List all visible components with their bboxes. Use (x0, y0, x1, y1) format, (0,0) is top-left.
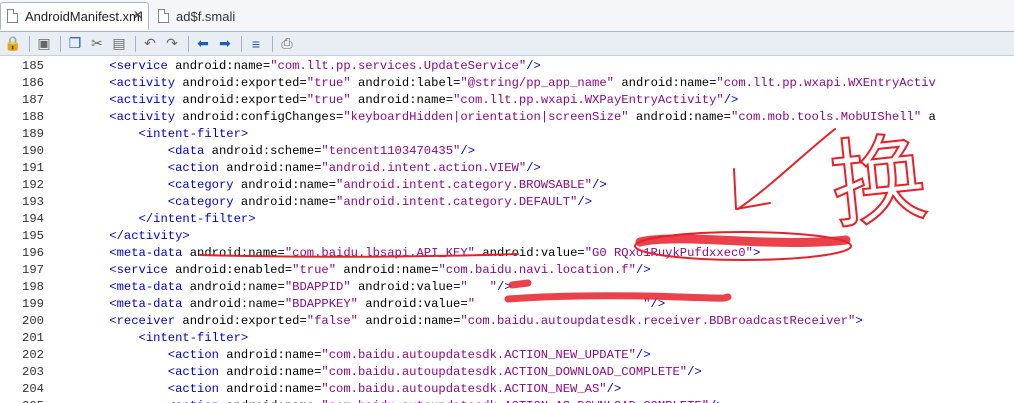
print-icon[interactable]: ⎙ (277, 35, 297, 53)
toolbar-divider (188, 35, 189, 52)
redaction-scribble (508, 279, 532, 289)
toolbar-divider (60, 35, 61, 52)
code-editor[interactable]: 185 <service android:name="com.llt.pp.se… (0, 57, 1014, 403)
tab-ad-f-smali[interactable]: ad$f.smali (154, 2, 264, 30)
toolbar: 🔒 ▣ ❐ ✂ ▤ ↶ ↷ ⬅ ➡ ≡ ⎙ (0, 32, 1014, 56)
forward-icon[interactable]: ➡ (215, 35, 235, 53)
underline-annotation (199, 253, 519, 258)
tab-androidmanifest[interactable]: AndroidManifest.xml ✕ (0, 2, 149, 30)
word-wrap-icon[interactable]: ≡ (246, 35, 266, 53)
redaction-scribble (635, 234, 851, 247)
tab-label: ad$f.smali (176, 8, 236, 24)
tab-bar: AndroidManifest.xml ✕ ad$f.smali (0, 0, 1014, 32)
file-icon (158, 9, 169, 23)
annotation-layer: 换 (199, 120, 933, 303)
lock-icon[interactable]: 🔒 (3, 35, 23, 53)
tab-label: AndroidManifest.xml (25, 8, 143, 24)
arrow-annotation (737, 128, 836, 210)
copy-icon[interactable]: ❐ (65, 35, 85, 53)
toolbar-divider (135, 35, 136, 52)
cut-icon[interactable]: ✂ (87, 35, 107, 53)
paste-icon[interactable]: ▤ (109, 35, 129, 53)
back-icon[interactable]: ⬅ (193, 35, 213, 53)
file-icon (7, 9, 18, 23)
toolbar-divider (272, 35, 273, 52)
save-icon[interactable]: ▣ (34, 35, 54, 53)
toolbar-divider (241, 35, 242, 52)
close-icon[interactable]: ✕ (133, 8, 143, 22)
handwritten-annotation: 换 (825, 121, 932, 242)
toolbar-divider (29, 35, 30, 52)
redo-icon[interactable]: ↷ (162, 35, 182, 53)
redaction-scribble (504, 292, 732, 303)
undo-icon[interactable]: ↶ (140, 35, 160, 53)
